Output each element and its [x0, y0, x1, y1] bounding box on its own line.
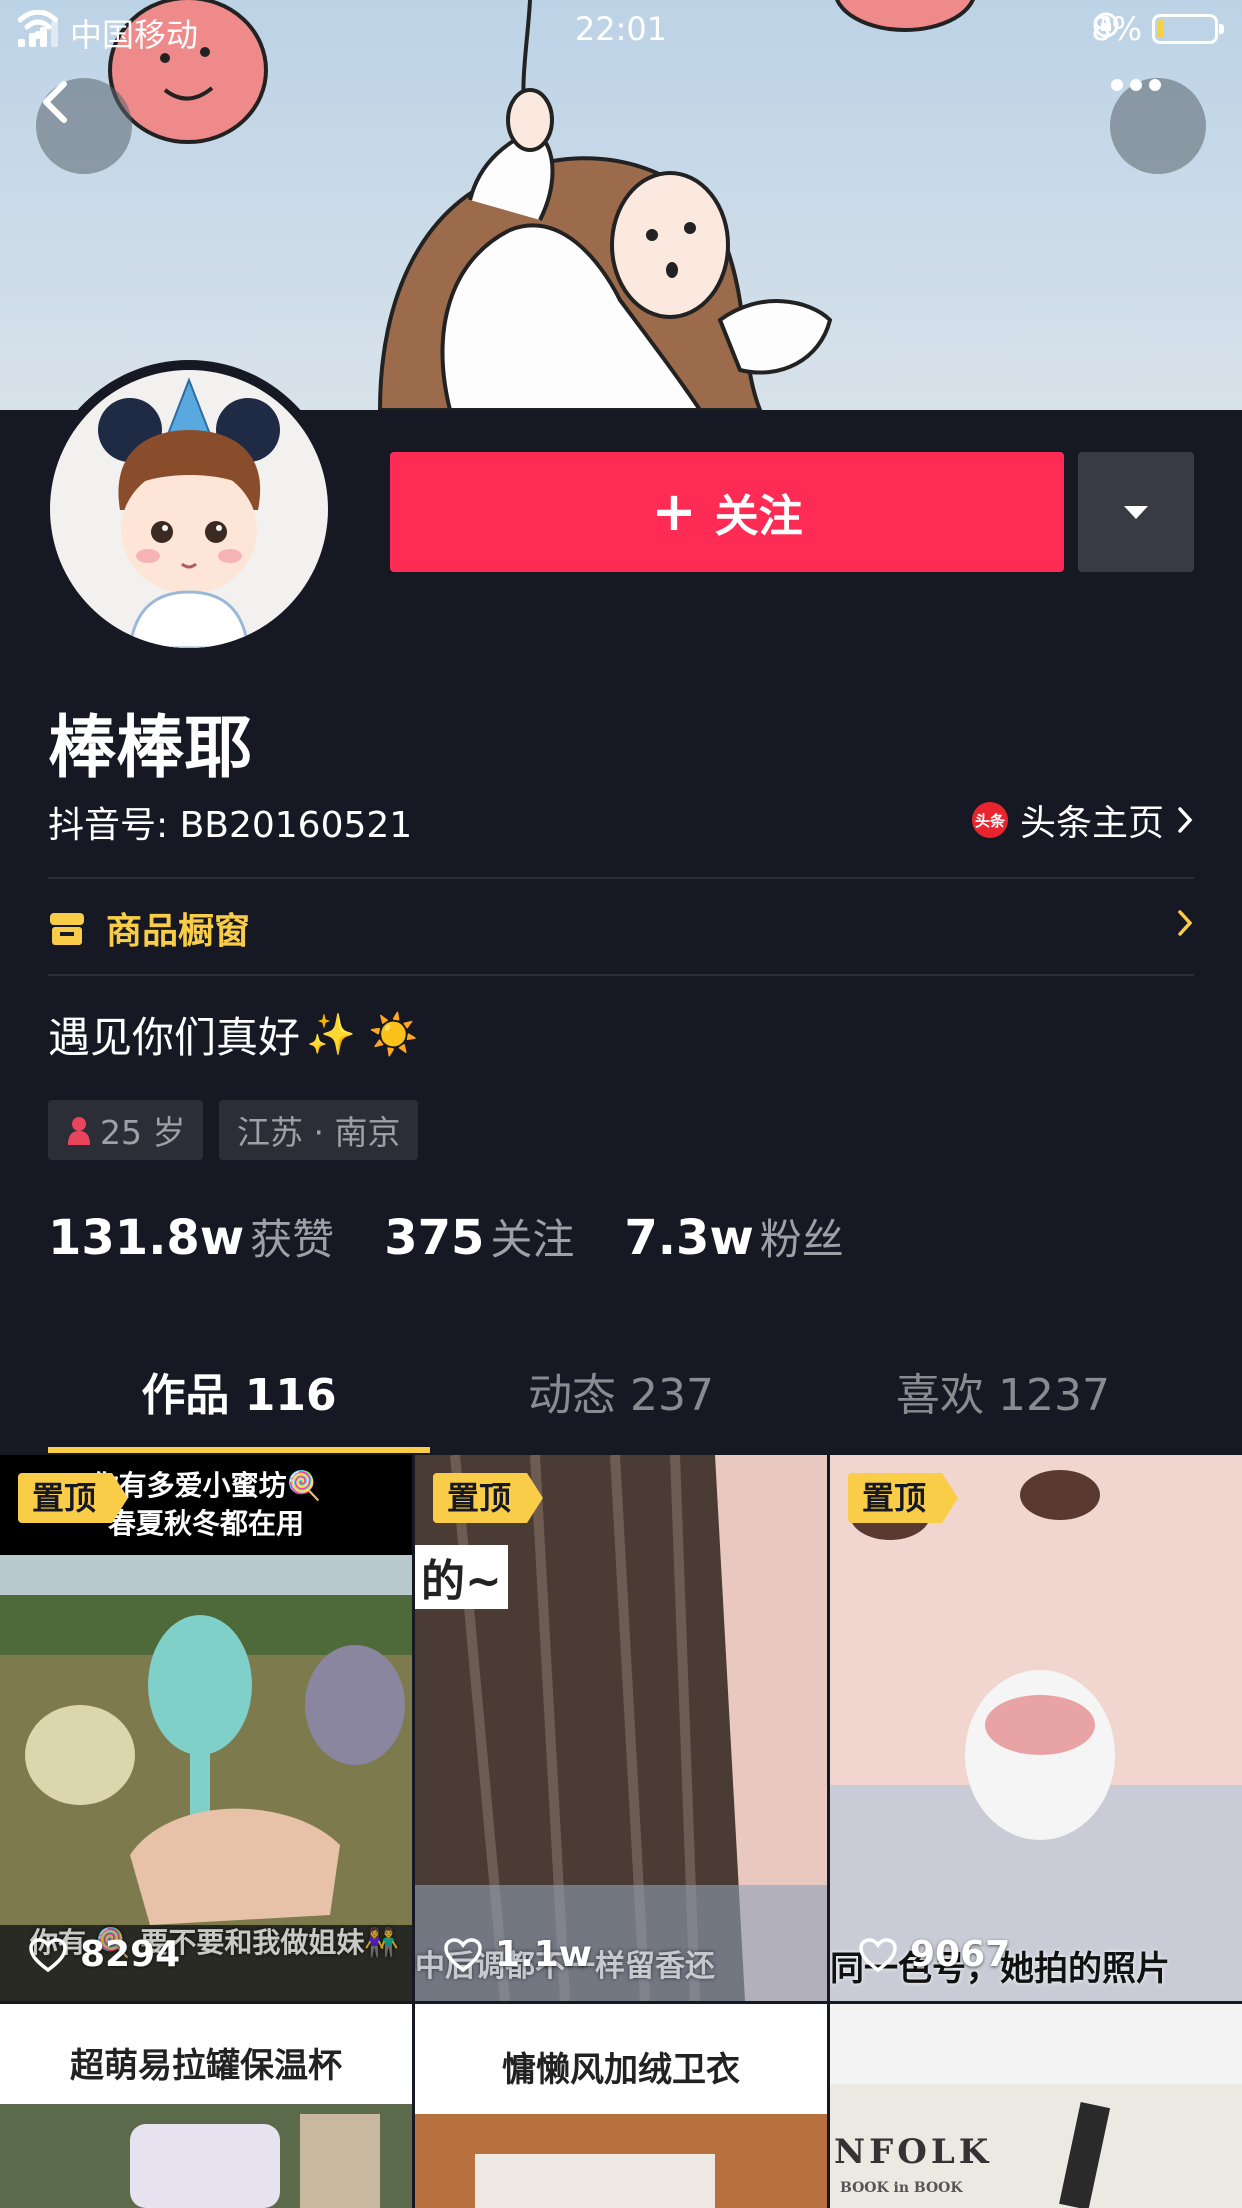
video-sub-caption: BOOK in BOOK [840, 2180, 963, 2196]
stat-label: 获赞 [250, 1215, 335, 1264]
like-count-value: 9067 [910, 1934, 1011, 1975]
stat-following[interactable]: 375 关注 [384, 1206, 574, 1267]
status-right: 8% [1091, 10, 1224, 48]
toutiao-label: 头条主页 [1019, 803, 1164, 844]
chevron-right-icon [1178, 910, 1193, 936]
pinned-badge: 置顶 [18, 1473, 129, 1523]
bio-emoji: ✨ ☀️ [306, 1012, 419, 1058]
video-tile[interactable]: 同一色号，她拍的照片 置顶 9067 [830, 1455, 1242, 2001]
ellipsis-icon [1111, 79, 1161, 91]
bio: 遇见你们真好 ✨ ☀️ [48, 1004, 418, 1065]
status-time: 22:01 [574, 10, 668, 48]
heart-icon [444, 1937, 482, 1972]
toutiao-icon: 头条 [971, 802, 1008, 838]
status-bar: 中国移动 22:01 8% [0, 0, 1242, 60]
more-button[interactable] [1110, 78, 1206, 174]
age-tag: 25 岁 [48, 1100, 204, 1160]
caret-down-icon [1124, 506, 1148, 519]
like-count-value: 1.1w [495, 1934, 593, 1975]
profile-banner: 中国移动 22:01 8% [0, 0, 1242, 410]
back-button[interactable] [36, 78, 132, 174]
profile-tabs: 作品 116 动态 237 喜欢 1237 [0, 1356, 1242, 1456]
avatar-illustration [98, 377, 280, 648]
avatar[interactable] [40, 360, 338, 658]
age-label: 25 岁 [100, 1113, 186, 1152]
location-label: 江苏 · 南京 [237, 1113, 401, 1152]
video-tile[interactable]: NFOLK BOOK in BOOK [830, 2004, 1242, 2208]
video-top-caption: 超萌易拉罐保温杯 [70, 2046, 342, 2086]
stat-label: 粉丝 [759, 1215, 844, 1264]
battery-icon [1152, 14, 1224, 44]
stat-followers[interactable]: 7.3w 粉丝 [624, 1206, 843, 1267]
video-tile[interactable]: 的~ 中后调都不一样留香还 置顶 1.1w [415, 1455, 827, 2001]
avatar-image [50, 370, 328, 648]
plus-icon: + [651, 480, 697, 543]
female-icon [68, 1117, 90, 1145]
heart-icon [29, 1937, 67, 1972]
pinned-badge: 置顶 [433, 1473, 544, 1523]
recommend-dropdown-button[interactable] [1078, 452, 1194, 572]
video-tile[interactable]: 你有多爱小蜜坊🍭 春夏秋冬都在用 你有 🍭 要不要和我做姐妹👫 置顶 8294 [0, 1455, 412, 2001]
stat-value: 7.3w [624, 1210, 754, 1266]
like-count: 1.1w [443, 1934, 592, 1975]
tab-indicator [48, 1447, 430, 1453]
banner-illustration [108, 0, 975, 410]
bio-text: 遇见你们真好 [48, 1013, 301, 1062]
video-top-caption: 的~ [415, 1545, 508, 1609]
video-thumbnail [830, 1455, 1242, 2001]
divider [48, 974, 1194, 976]
like-count: 8294 [28, 1934, 180, 1975]
location-tag: 江苏 · 南京 [219, 1100, 419, 1160]
stat-label: 关注 [490, 1215, 575, 1264]
toutiao-homepage-link[interactable]: 头条 头条主页 [971, 794, 1194, 846]
stat-value: 375 [384, 1210, 485, 1266]
video-thumbnail [0, 2004, 412, 2208]
orientation-lock-icon [1093, 12, 1119, 38]
divider [48, 877, 1194, 879]
pinned-badge: 置顶 [848, 1473, 959, 1523]
tab-likes[interactable]: 喜欢 1237 [796, 1356, 1210, 1436]
username: 棒棒耶 [48, 709, 253, 788]
douyin-id: 抖音号: BB20160521 [48, 805, 413, 846]
video-thumbnail [415, 1455, 827, 2001]
stat-likes[interactable]: 131.8w 获赞 [48, 1206, 334, 1267]
shop-icon [50, 913, 84, 945]
follow-button[interactable]: + 关注 [390, 452, 1064, 572]
chevron-right-icon [1178, 807, 1193, 833]
tab-posts[interactable]: 动态 237 [414, 1356, 828, 1436]
heart-icon [859, 1937, 897, 1972]
stats-row: 131.8w 获赞 375 关注 7.3w 粉丝 [48, 1206, 844, 1267]
video-thumbnail [415, 2004, 827, 2208]
video-tile[interactable]: 超萌易拉罐保温杯 [0, 2004, 412, 2208]
video-grid: 你有多爱小蜜坊🍭 春夏秋冬都在用 你有 🍭 要不要和我做姐妹👫 置顶 8294 … [0, 1455, 1242, 2208]
video-top-caption: NFOLK [834, 2132, 993, 2172]
video-top-caption: 慵懒风加绒卫衣 [502, 2050, 740, 2090]
shop-window-label: 商品橱窗 [106, 911, 251, 952]
like-count-value: 8294 [80, 1934, 181, 1975]
video-thumbnail [830, 2004, 1242, 2208]
follow-label: 关注 [714, 491, 803, 542]
tab-works[interactable]: 作品 116 [32, 1356, 446, 1436]
video-tile[interactable]: 慵懒风加绒卫衣 [415, 2004, 827, 2208]
shop-window-row[interactable]: 商品橱窗 [48, 880, 1194, 976]
stat-value: 131.8w [48, 1210, 245, 1266]
chevron-left-icon [43, 81, 67, 123]
like-count: 9067 [858, 1934, 1010, 1975]
